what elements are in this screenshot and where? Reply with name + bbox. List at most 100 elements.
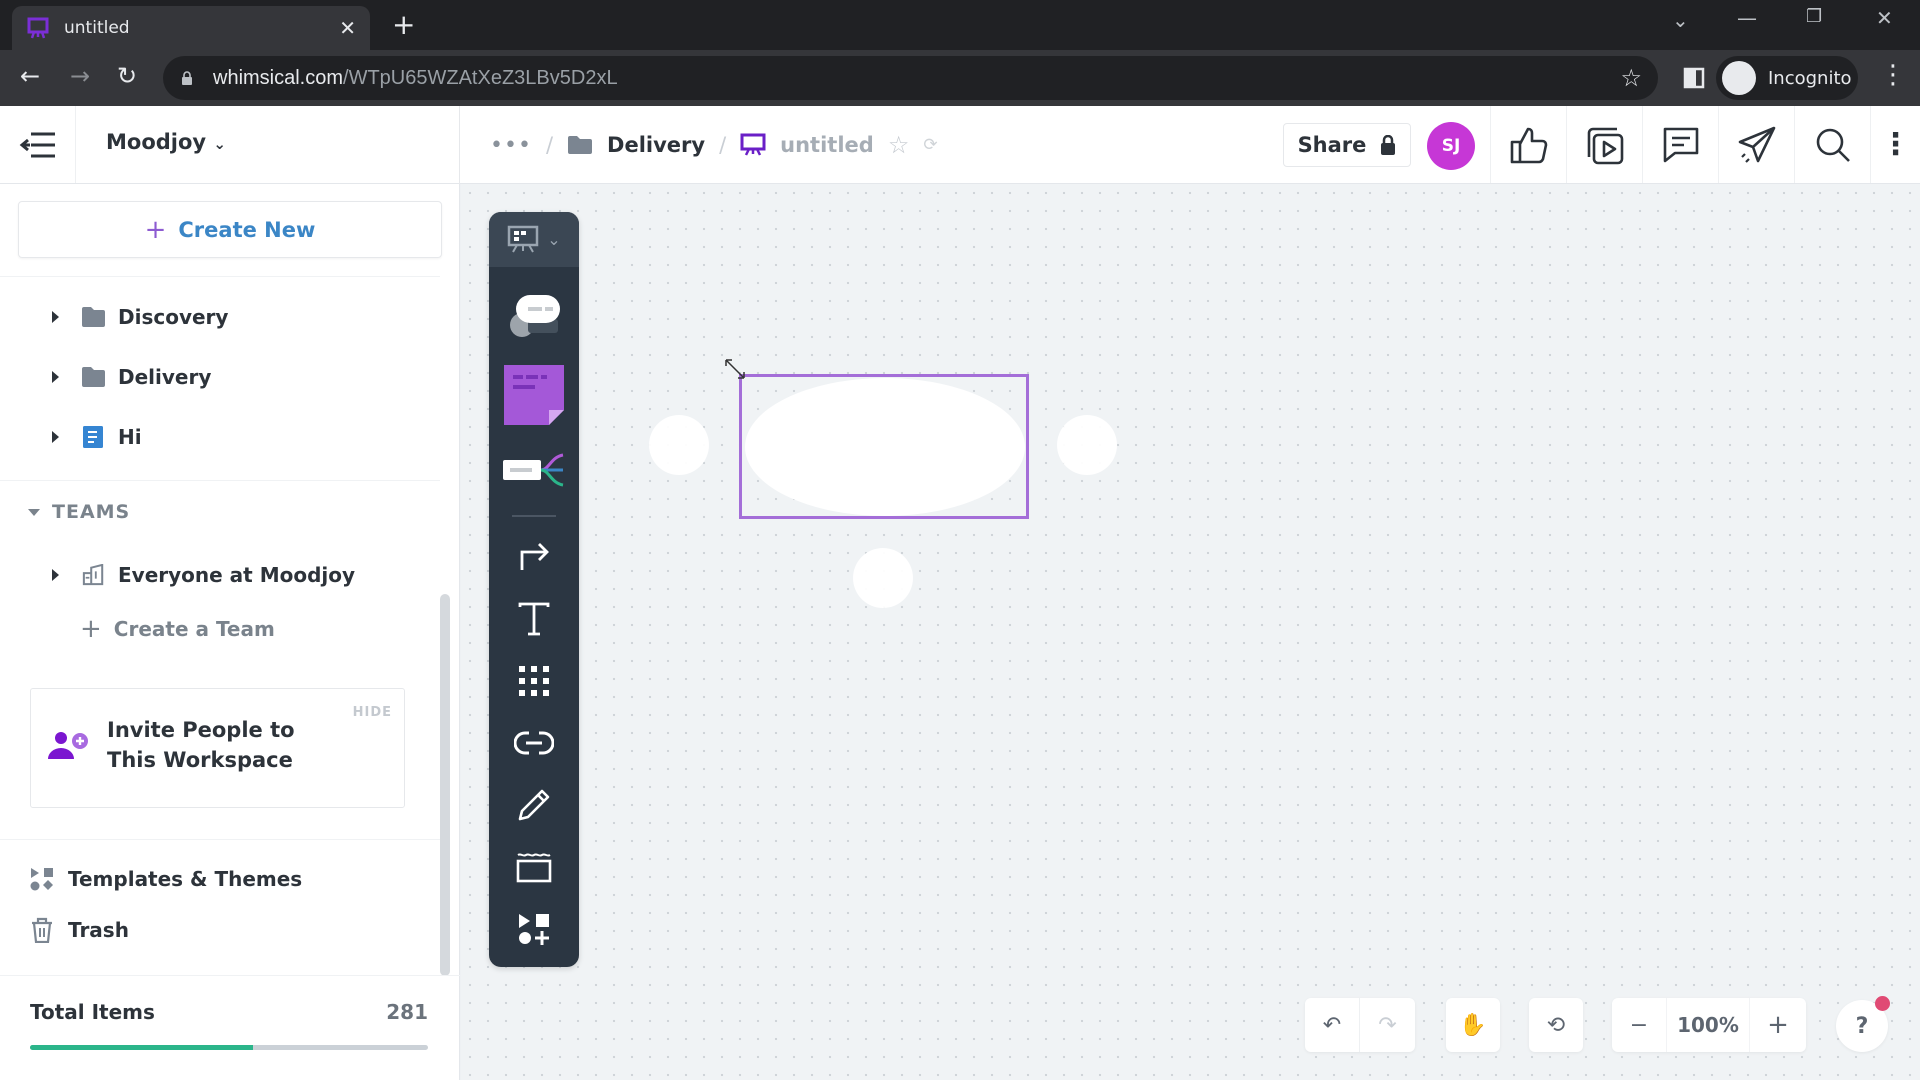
address-bar-row: ← → ↻ whimsical.com/WTpU65WZAtXeZ3LBv5D2… xyxy=(0,50,1920,106)
share-label: Share xyxy=(1297,133,1367,157)
board-type-switcher[interactable]: ⌄ xyxy=(489,212,579,267)
templates-icon xyxy=(30,868,53,891)
tool-flowchart[interactable] xyxy=(489,445,579,495)
incognito-profile-button[interactable]: Incognito xyxy=(1716,56,1858,100)
selection-box[interactable] xyxy=(739,374,1029,519)
board-icon xyxy=(508,225,539,252)
tool-connector[interactable] xyxy=(489,530,579,580)
new-tab-icon[interactable]: + xyxy=(392,10,415,40)
back-icon[interactable]: ← xyxy=(20,62,40,90)
teams-section-toggle[interactable]: TEAMS xyxy=(28,501,130,523)
connector-handle-right[interactable] xyxy=(1057,415,1117,475)
tool-shapes[interactable] xyxy=(489,904,579,954)
url-input[interactable]: whimsical.com/WTpU65WZAtXeZ3LBv5D2xL ☆ xyxy=(163,56,1658,100)
board-favicon-icon xyxy=(27,17,49,39)
tool-pencil[interactable] xyxy=(489,780,579,830)
teams-heading: TEAMS xyxy=(52,501,131,523)
plus-icon: + xyxy=(144,214,167,245)
breadcrumb-more-button[interactable]: ••• xyxy=(490,133,532,158)
reload-icon[interactable]: ↻ xyxy=(117,62,137,90)
trash-label: Trash xyxy=(68,918,129,942)
add-user-icon xyxy=(48,732,88,759)
zoom-in-button[interactable]: + xyxy=(1750,998,1806,1052)
browser-tab[interactable]: untitled ✕ xyxy=(12,6,370,50)
tool-sticky-note[interactable] xyxy=(489,362,579,428)
breadcrumb-folder[interactable]: Delivery xyxy=(607,133,705,157)
more-options-button[interactable]: ⋮ xyxy=(1870,106,1920,183)
tool-grid[interactable] xyxy=(489,656,579,706)
grid-icon xyxy=(519,666,549,696)
workspace-switcher[interactable]: Moodjoy ⌄ xyxy=(106,130,226,154)
present-button[interactable] xyxy=(1566,106,1642,183)
tools-toolbar: ⌄ xyxy=(489,212,579,967)
tab-search-chevron-icon[interactable]: ⌄ xyxy=(1672,8,1689,32)
zoom-level[interactable]: 100% xyxy=(1666,998,1750,1052)
sidebar-item-delivery[interactable]: Delivery xyxy=(52,357,211,397)
publish-button[interactable] xyxy=(1718,106,1794,183)
toolbar-divider xyxy=(489,515,579,517)
folder-icon xyxy=(568,136,593,154)
forward-icon[interactable]: → xyxy=(70,62,90,90)
side-panel-icon[interactable] xyxy=(1680,62,1710,94)
sidebar-item-hi[interactable]: Hi xyxy=(52,417,142,457)
pan-button[interactable]: ✋ xyxy=(1446,998,1500,1052)
tool-section[interactable] xyxy=(489,842,579,892)
expand-caret-icon[interactable] xyxy=(52,311,59,323)
minimize-icon[interactable]: — xyxy=(1737,6,1757,30)
restore-icon[interactable]: ❐ xyxy=(1806,6,1822,27)
thumbs-up-icon xyxy=(1510,127,1547,163)
collapse-menu-icon xyxy=(19,132,55,157)
flowchart-icon xyxy=(503,453,564,487)
window-close-icon[interactable]: ✕ xyxy=(1876,6,1893,30)
search-icon xyxy=(1816,128,1850,162)
trash-link[interactable]: Trash xyxy=(30,917,129,943)
sidebar-item-team[interactable]: Everyone at Moodjoy xyxy=(52,555,355,595)
collapse-sidebar-button[interactable] xyxy=(0,106,76,183)
like-button[interactable] xyxy=(1490,106,1566,183)
building-icon xyxy=(82,564,104,586)
history-button[interactable]: ⟲ xyxy=(1529,998,1583,1052)
board-icon xyxy=(740,133,766,156)
expand-caret-icon[interactable] xyxy=(52,371,59,383)
pencil-icon xyxy=(518,789,550,821)
expand-caret-icon[interactable] xyxy=(52,431,59,443)
undo-redo-group: ↶ ↷ xyxy=(1305,998,1415,1052)
redo-button[interactable]: ↷ xyxy=(1360,998,1415,1052)
search-button[interactable] xyxy=(1794,106,1870,183)
plus-icon: + xyxy=(1767,1010,1789,1040)
total-items-count: 281 xyxy=(386,1000,428,1024)
app-header: Moodjoy ⌄ ••• / Delivery / untitled ☆ ⟳ … xyxy=(0,106,1920,184)
connector-handle-bottom[interactable] xyxy=(853,548,913,608)
browser-menu-icon[interactable]: ⋮ xyxy=(1880,60,1906,90)
favorite-star-icon[interactable]: ☆ xyxy=(888,131,910,159)
expand-caret-icon[interactable] xyxy=(52,569,59,581)
file-title[interactable]: untitled xyxy=(780,133,874,157)
tool-link[interactable] xyxy=(489,718,579,768)
plus-icon: + xyxy=(80,614,102,644)
undo-button[interactable]: ↶ xyxy=(1305,998,1360,1052)
total-items-label: Total Items xyxy=(30,1000,155,1024)
invite-card[interactable]: HIDE Invite People to This Workspace xyxy=(30,688,405,808)
tab-title: untitled xyxy=(64,18,130,38)
shapes-icon xyxy=(519,914,549,945)
zoom-out-button[interactable]: − xyxy=(1612,998,1666,1052)
hide-invite-button[interactable]: HIDE xyxy=(353,705,392,720)
sidebar-scrollbar[interactable] xyxy=(440,594,450,976)
board-canvas[interactable] xyxy=(461,184,1920,1080)
share-button[interactable]: Share xyxy=(1283,123,1411,167)
sidebar-item-discovery[interactable]: Discovery xyxy=(52,297,228,337)
create-team-button[interactable]: + Create a Team xyxy=(80,614,275,644)
tool-text[interactable] xyxy=(489,594,579,644)
bookmark-star-icon[interactable]: ☆ xyxy=(1620,64,1642,92)
tool-mind-map[interactable] xyxy=(489,287,579,347)
templates-link[interactable]: Templates & Themes xyxy=(30,866,302,892)
avatar[interactable]: SJ xyxy=(1427,122,1475,170)
divider xyxy=(0,975,460,976)
mind-map-icon xyxy=(510,295,560,337)
create-new-button[interactable]: + Create New xyxy=(18,201,442,258)
connector-handle-left[interactable] xyxy=(649,415,709,475)
close-tab-icon[interactable]: ✕ xyxy=(339,16,356,40)
help-button[interactable]: ? xyxy=(1836,996,1890,1052)
more-vertical-icon: ⋮ xyxy=(1880,127,1911,162)
comments-button[interactable] xyxy=(1642,106,1718,183)
